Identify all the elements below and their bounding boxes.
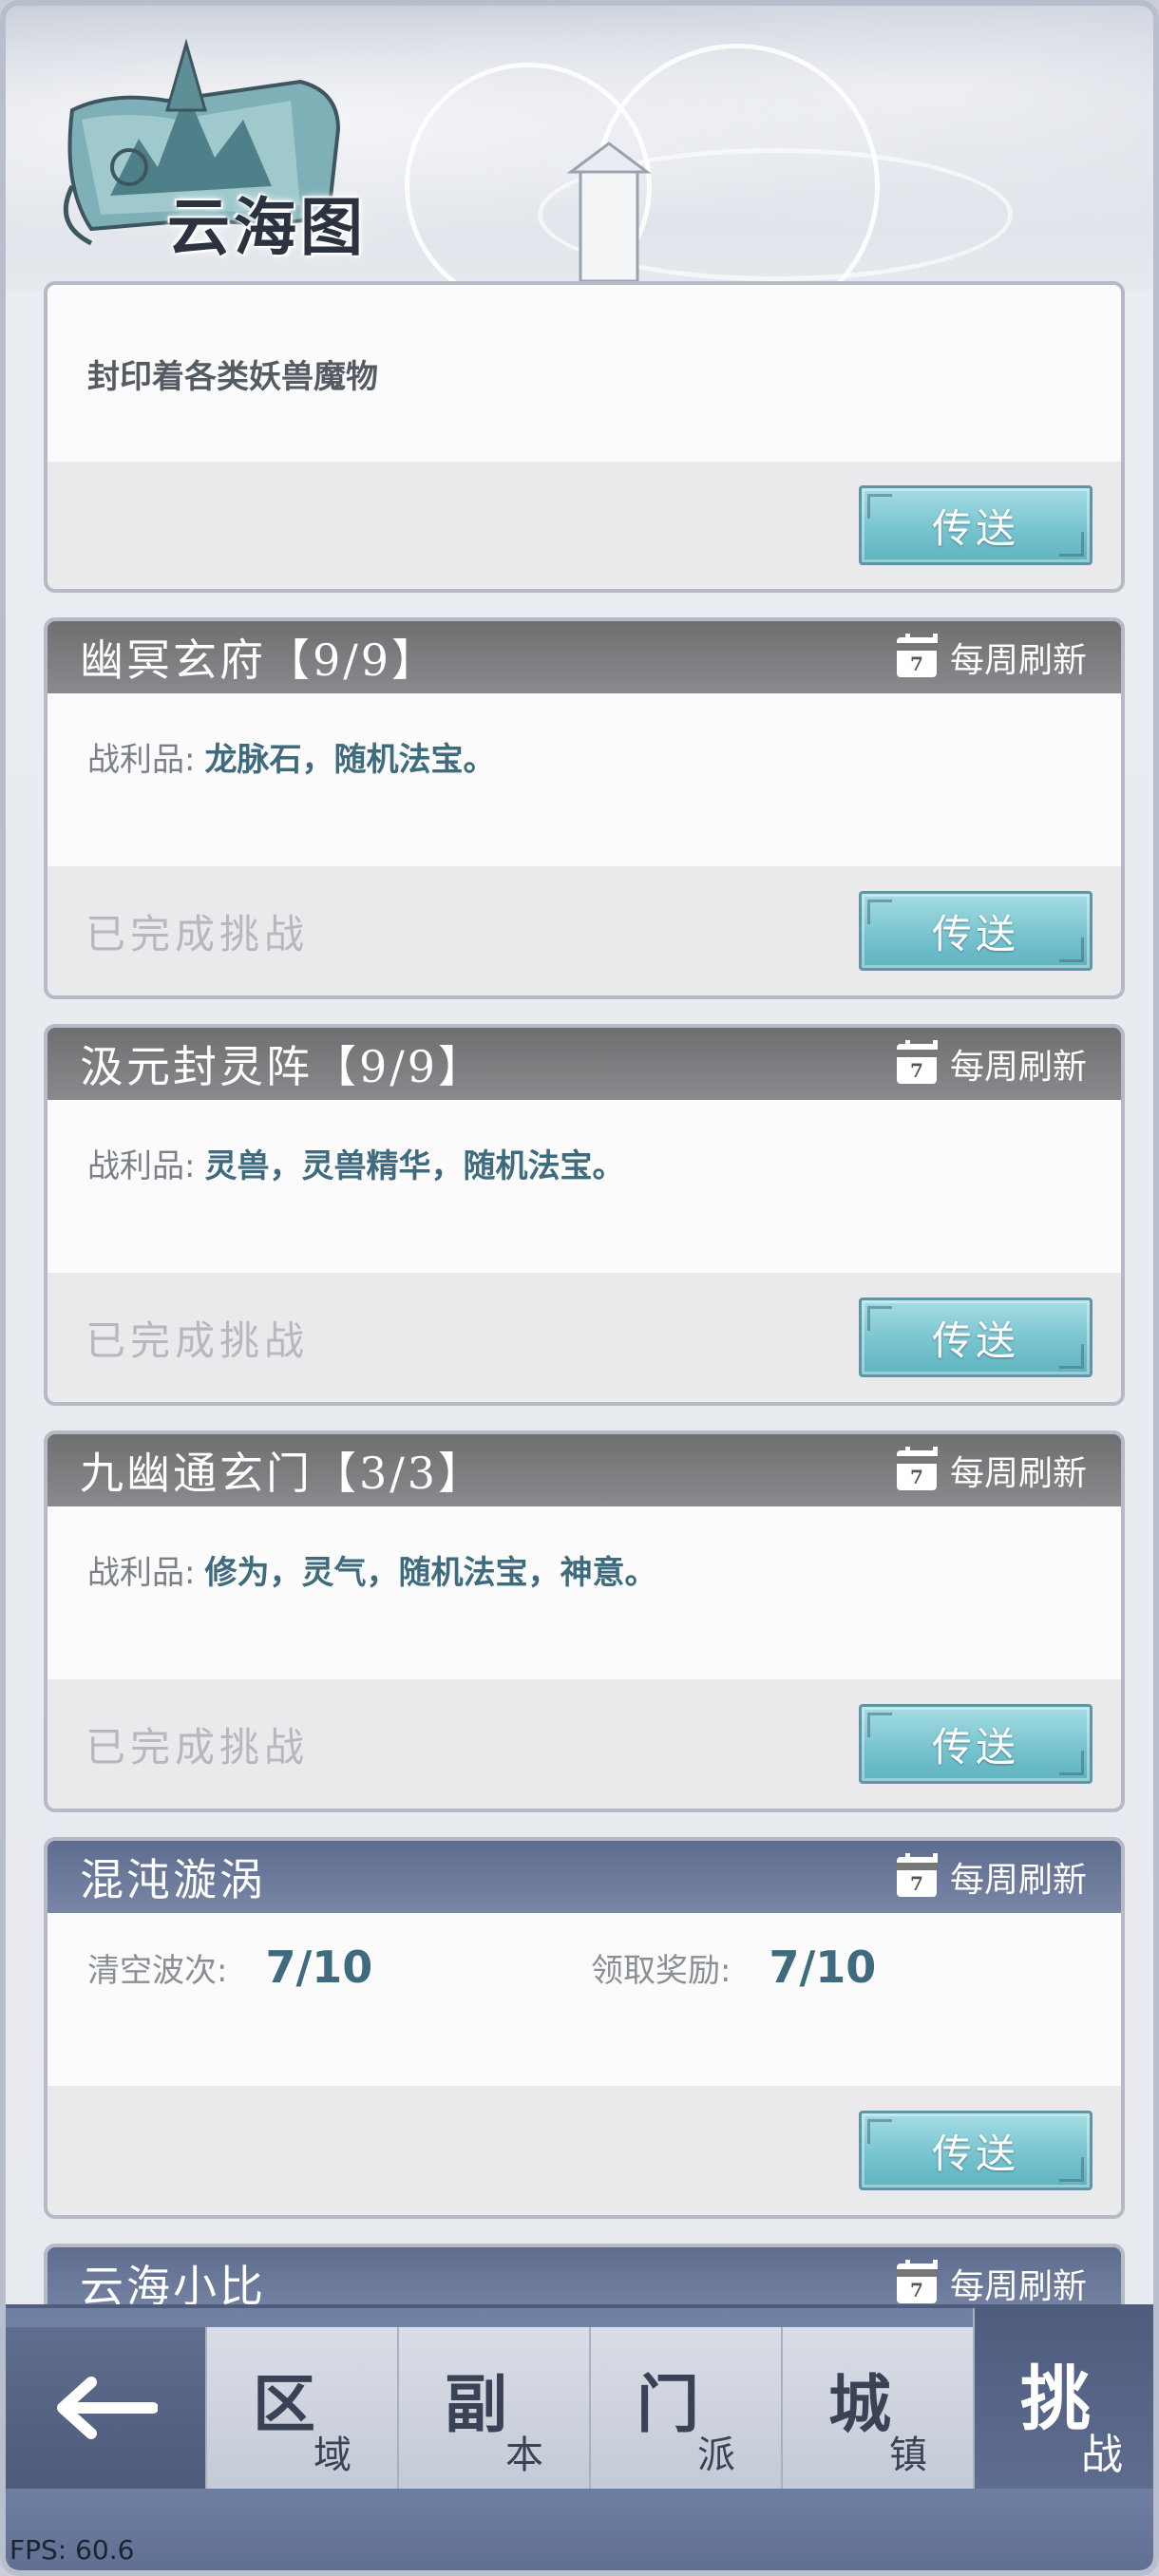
send-button[interactable]: 传送 xyxy=(859,1297,1092,1377)
send-button[interactable]: 传送 xyxy=(859,485,1092,565)
clear-waves-label: 清空波次: xyxy=(87,1951,228,1990)
reward-claim-label: 领取奖励: xyxy=(591,1951,732,1990)
status-label: 已完成挑战 xyxy=(86,1316,310,1364)
refresh-label: 每周刷新 xyxy=(949,1861,1087,1900)
dungeon-card: 幽冥玄府【9/9】 7 每周刷新 战利品: 龙脉石，随机法宝。 已完成挑战 传送 xyxy=(44,617,1125,999)
loot-label: 战利品: xyxy=(87,741,196,779)
reward-claim-value: 7/10 xyxy=(769,1941,877,1993)
loot-value: 灵兽，灵兽精华，随机法宝。 xyxy=(204,1147,625,1185)
calendar-icon: 7 xyxy=(896,1447,938,1490)
card-title: 九幽通玄门【3/3】 xyxy=(80,1448,485,1499)
send-button-label: 传送 xyxy=(931,504,1019,552)
header-banner: 云海图 xyxy=(6,6,1153,291)
send-button-label: 传送 xyxy=(931,2130,1019,2177)
vortex-card: 混沌漩涡 7 每周刷新 清空波次: 7/10 领取奖励: 7/10 传送 xyxy=(44,1837,1125,2219)
send-button[interactable]: 传送 xyxy=(859,2111,1092,2190)
dungeon-card: 汲元封灵阵【9/9】 7 每周刷新 战利品: 灵兽，灵兽精华，随机法宝。 已完成… xyxy=(44,1024,1125,1406)
calendar-icon: 7 xyxy=(896,2260,938,2303)
loot-value: 修为，灵气，随机法宝，神意。 xyxy=(204,1554,657,1592)
calendar-icon: 7 xyxy=(896,1853,938,1897)
refresh-label: 每周刷新 xyxy=(949,641,1087,680)
loot-value: 龙脉石，随机法宝。 xyxy=(204,741,496,779)
calendar-icon: 7 xyxy=(896,634,938,677)
nav-tab-dungeon[interactable]: 副 本 xyxy=(397,2327,589,2489)
send-button-label: 传送 xyxy=(931,1723,1019,1771)
intro-card: 封印着各类妖兽魔物 传送 xyxy=(44,281,1125,593)
arrow-left-icon xyxy=(57,2377,158,2439)
nav-tab-region[interactable]: 区 域 xyxy=(205,2327,397,2489)
page-title: 云海图 xyxy=(167,190,367,264)
loot-label: 战利品: xyxy=(87,1554,196,1592)
refresh-label: 每周刷新 xyxy=(949,1454,1087,1493)
fps-counter: FPS: 60.6 xyxy=(10,2534,135,2566)
refresh-label: 每周刷新 xyxy=(949,1048,1087,1087)
back-button[interactable] xyxy=(6,2327,205,2489)
card-title: 幽冥玄府【9/9】 xyxy=(80,635,439,686)
card-title: 混沌漩涡 xyxy=(80,1854,266,1905)
loot-label: 战利品: xyxy=(87,1147,196,1185)
refresh-label: 每周刷新 xyxy=(949,2267,1087,2306)
status-label: 已完成挑战 xyxy=(86,1723,310,1771)
send-button-label: 传送 xyxy=(931,1316,1019,1364)
bottom-nav: 区 域 副 本 门 派 城 镇 挑 战 xyxy=(6,2304,1153,2570)
tower-icon xyxy=(566,142,652,281)
send-button[interactable]: 传送 xyxy=(859,1704,1092,1784)
dungeon-card: 九幽通玄门【3/3】 7 每周刷新 战利品: 修为，灵气，随机法宝，神意。 已完… xyxy=(44,1430,1125,1812)
card-title: 汲元封灵阵【9/9】 xyxy=(80,1041,485,1092)
nav-tab-sect[interactable]: 门 派 xyxy=(589,2327,781,2489)
calendar-icon: 7 xyxy=(896,1040,938,1084)
send-button-label: 传送 xyxy=(931,910,1019,957)
send-button[interactable]: 传送 xyxy=(859,891,1092,971)
nav-tab-challenge[interactable]: 挑 战 xyxy=(973,2308,1153,2489)
clear-waves-value: 7/10 xyxy=(265,1941,373,1993)
app-frame: 云海图 封印着各类妖兽魔物 传送 幽冥玄府【9/9】 7 每周刷新 战利品: 龙… xyxy=(0,0,1159,2576)
nav-tab-town[interactable]: 城 镇 xyxy=(781,2327,973,2489)
intro-description: 封印着各类妖兽魔物 xyxy=(87,357,378,396)
status-label: 已完成挑战 xyxy=(86,910,310,957)
